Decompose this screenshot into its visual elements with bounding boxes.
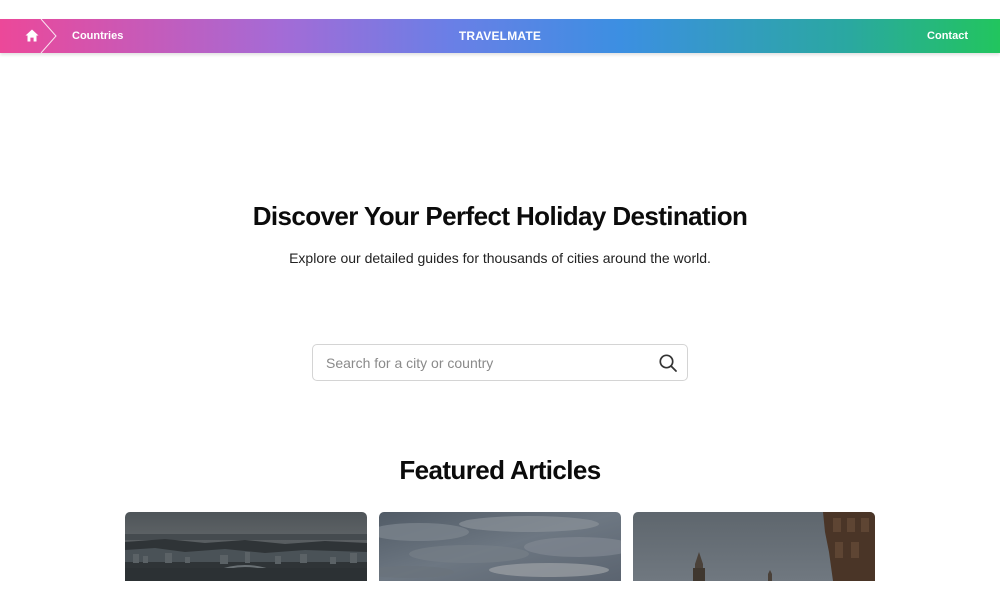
top-navigation-bar: Countries TRAVELMATE Contact [0,19,1000,53]
featured-articles-list [125,512,875,581]
city-harbor-aerial-photo [125,512,367,581]
hero-title: Discover Your Perfect Holiday Destinatio… [252,201,748,231]
article-card[interactable] [633,512,875,581]
hero-subtitle: Explore our detailed guides for thousand… [289,250,711,266]
search-icon[interactable] [658,353,678,373]
home-button[interactable] [0,19,58,53]
cathedral-tower-photo [633,512,875,581]
article-card[interactable] [379,512,621,581]
search-box [312,344,688,381]
cloudy-sky-photo [379,512,621,581]
article-card[interactable] [125,512,367,581]
featured-articles-heading: Featured Articles [399,455,601,485]
breadcrumb-separator-icon [40,19,57,53]
search-input[interactable] [313,345,643,380]
contact-link[interactable]: Contact [927,19,968,53]
home-icon [25,29,39,42]
site-brand-logo[interactable]: TRAVELMATE [400,19,600,53]
breadcrumb-countries-link[interactable]: Countries [72,19,123,53]
